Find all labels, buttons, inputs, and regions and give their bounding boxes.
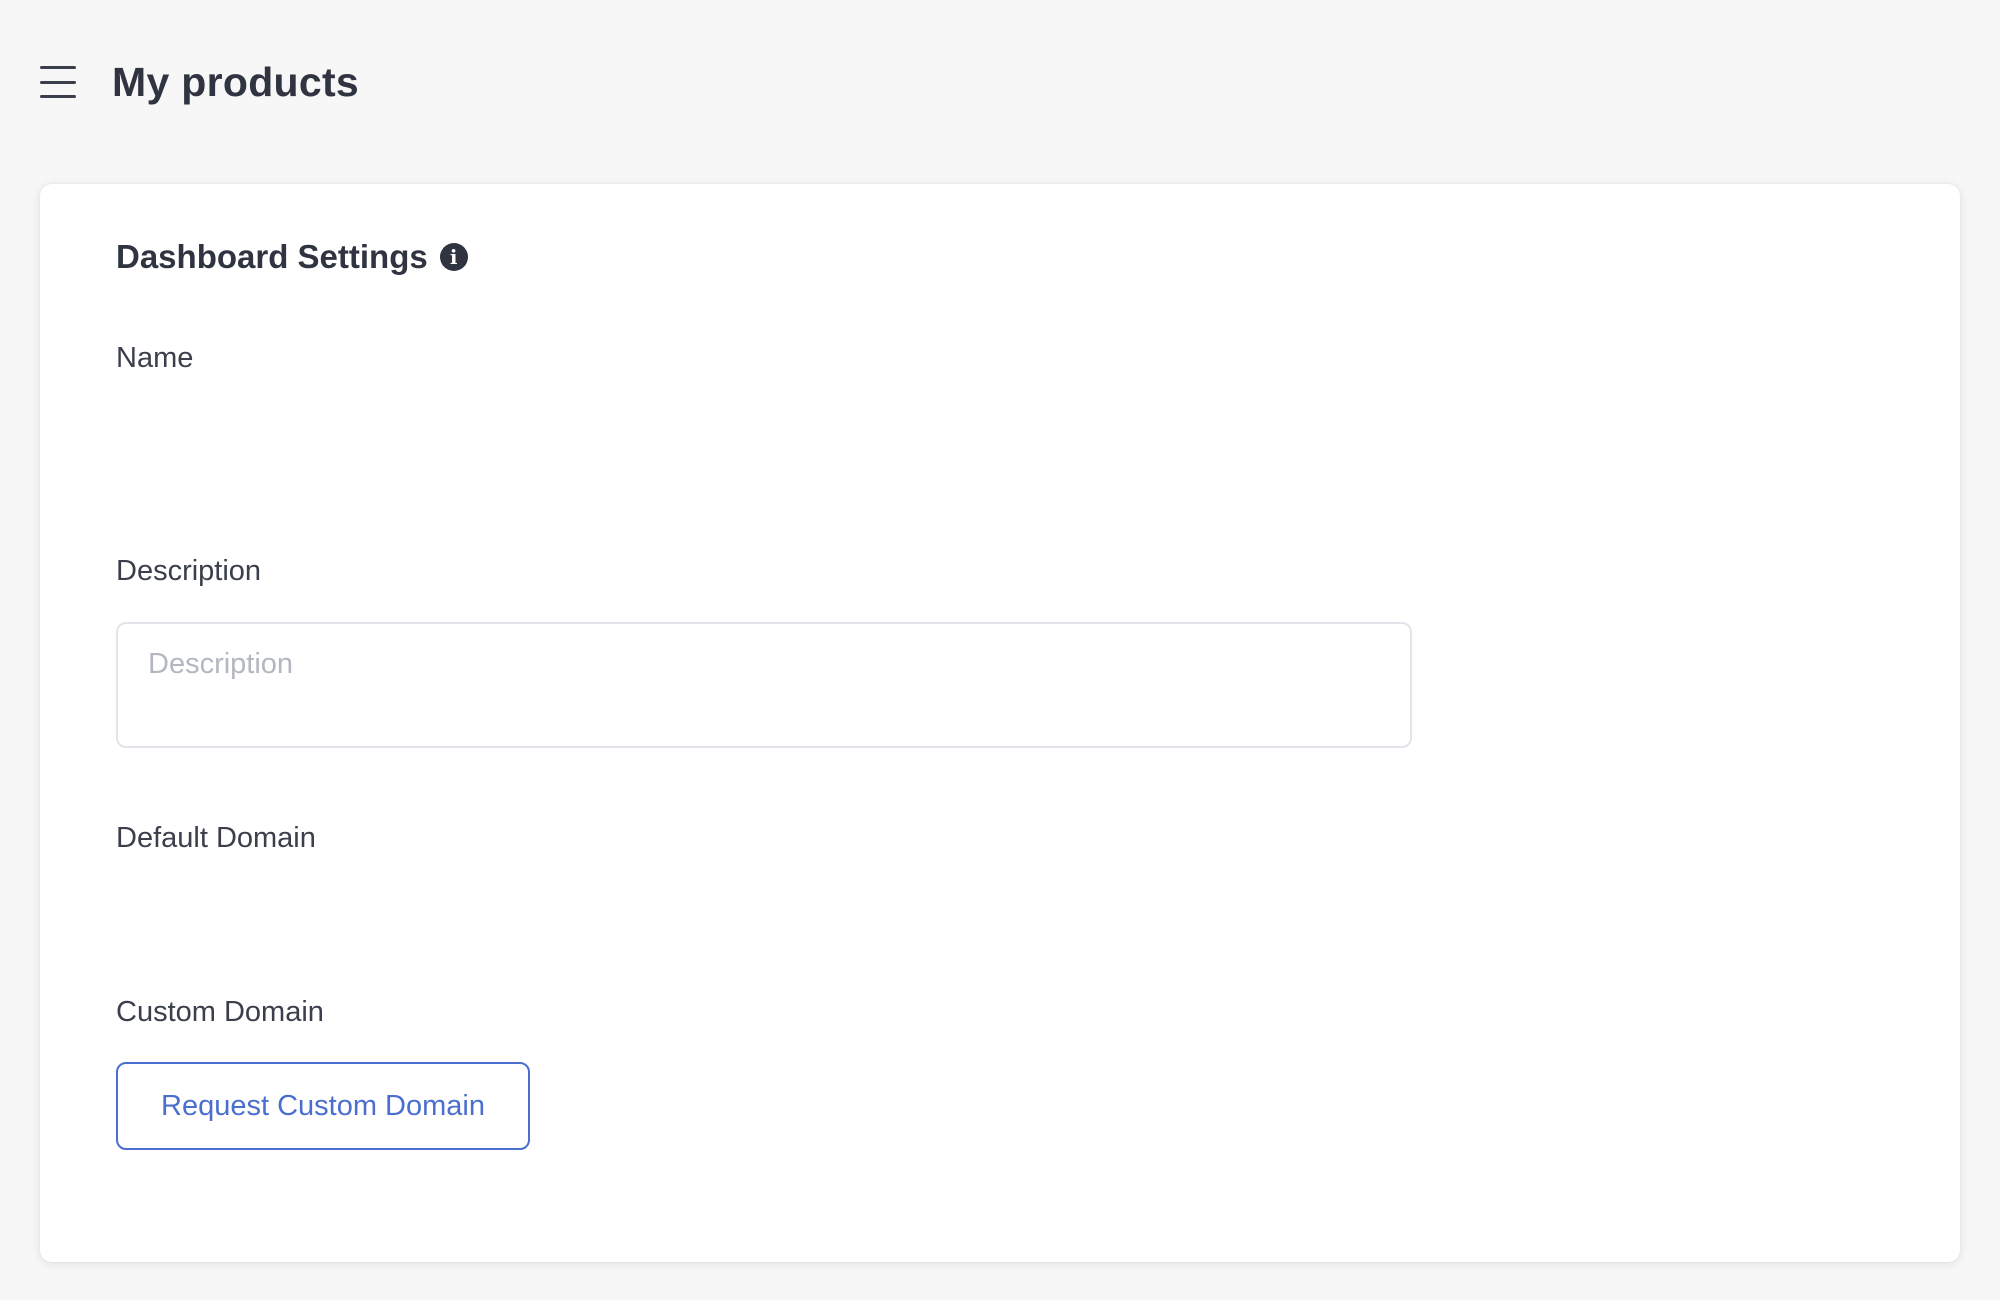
dashboard-settings-card: Dashboard Settings i Name Description De… [40, 184, 1960, 1262]
menu-line [40, 66, 76, 69]
page-title: My products [112, 58, 360, 105]
top-bar: My products [40, 50, 359, 114]
description-input[interactable] [116, 622, 1412, 748]
menu-line [40, 80, 76, 84]
description-label: Description [116, 555, 262, 587]
hamburger-menu-icon[interactable] [40, 66, 78, 98]
info-circle-icon[interactable]: i [439, 243, 468, 271]
name-label: Name [116, 342, 194, 374]
menu-line [40, 95, 76, 98]
card-title-row: Dashboard Settings i [116, 238, 468, 276]
page: My products Dashboard Settings i Name De… [0, 0, 2000, 1300]
request-custom-domain-button[interactable]: Request Custom Domain [116, 1062, 530, 1150]
card-title: Dashboard Settings [116, 238, 428, 275]
default-domain-label: Default Domain [116, 822, 316, 854]
custom-domain-label: Custom Domain [116, 996, 324, 1028]
